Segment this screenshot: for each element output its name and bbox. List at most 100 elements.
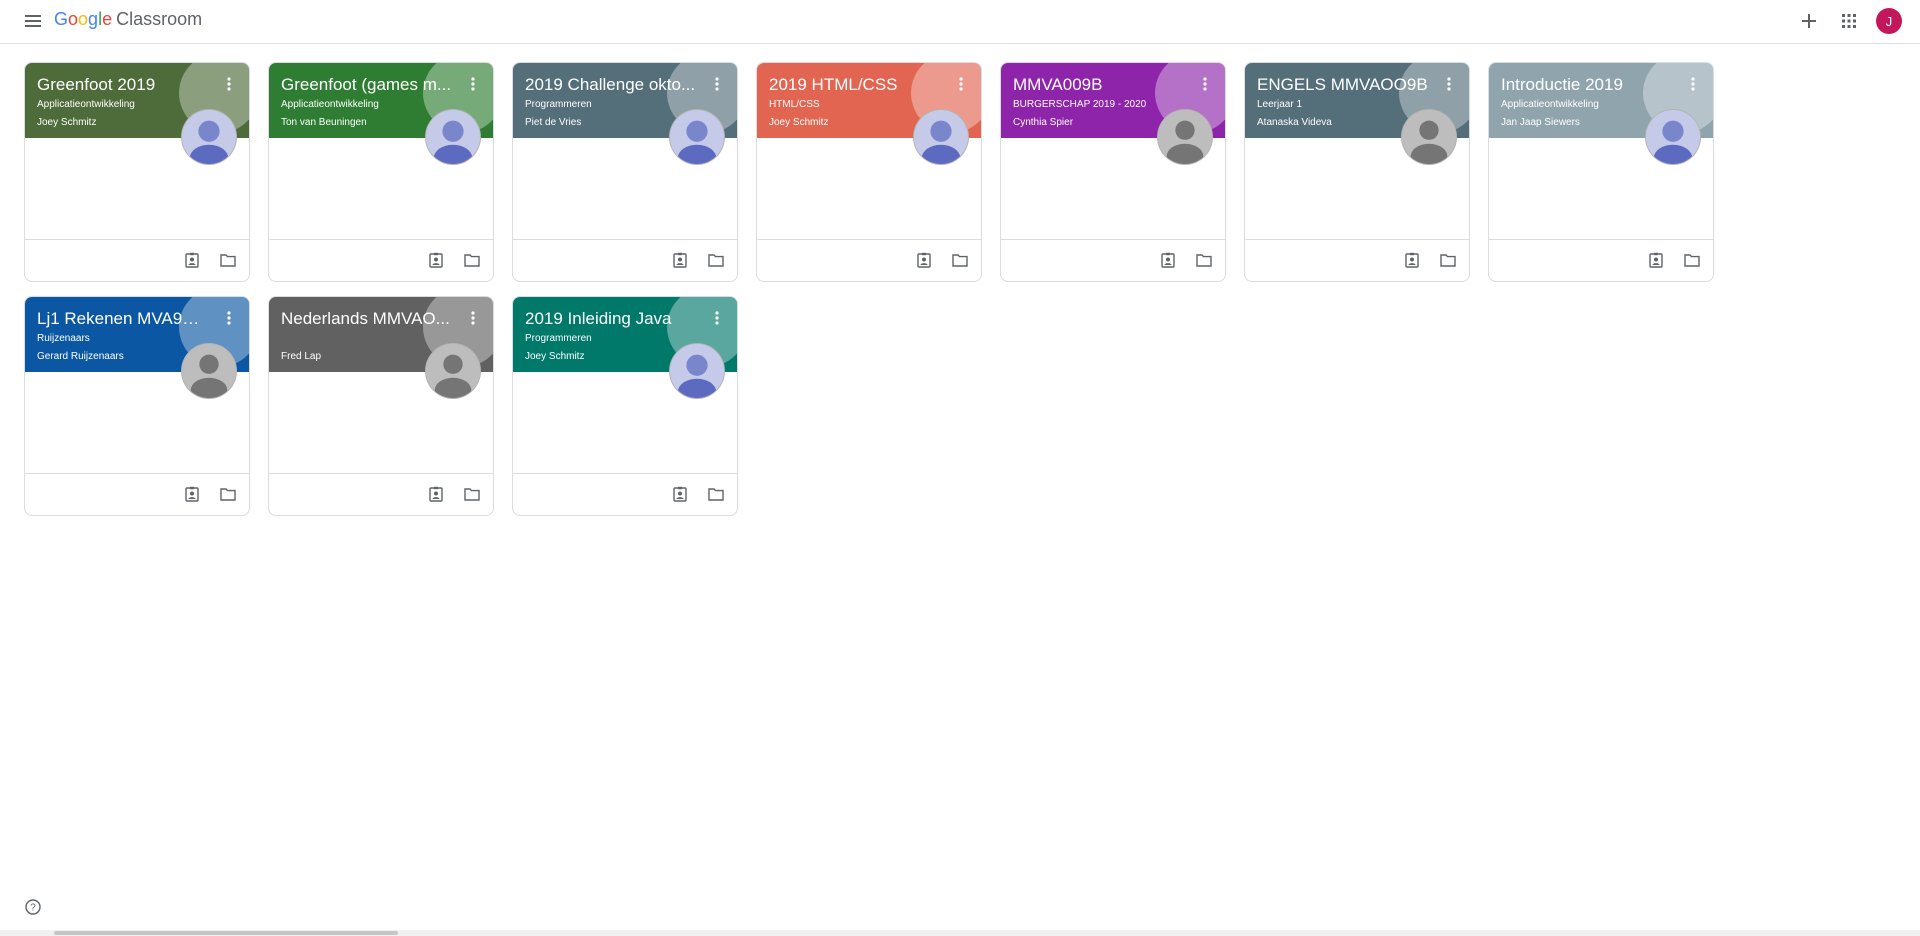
- teacher-avatar: [181, 109, 237, 165]
- more-vert-icon[interactable]: [709, 309, 725, 327]
- class-title[interactable]: 2019 HTML/CSS: [769, 75, 941, 95]
- product-name: Classroom: [116, 9, 203, 29]
- class-card[interactable]: Greenfoot (games m... Applicatieontwikke…: [268, 62, 494, 282]
- assignment-ind-icon[interactable]: [1647, 251, 1665, 269]
- card-actions: [671, 251, 725, 269]
- scrollbar-thumb[interactable]: [54, 931, 398, 935]
- folder-icon[interactable]: [951, 251, 969, 269]
- card-actions: [1647, 251, 1701, 269]
- folder-icon[interactable]: [463, 251, 481, 269]
- class-teacher: Joey Schmitz: [769, 117, 829, 128]
- more-vert-icon[interactable]: [465, 309, 481, 327]
- class-title[interactable]: Greenfoot 2019: [37, 75, 209, 95]
- class-card[interactable]: Introductie 2019 Applicatieontwikkeling …: [1488, 62, 1714, 282]
- class-card[interactable]: MMVA009B BURGERSCHAP 2019 - 2020 Cynthia…: [1000, 62, 1226, 282]
- assignment-ind-icon[interactable]: [427, 485, 445, 503]
- card-actions: [915, 251, 969, 269]
- card-actions: [183, 485, 237, 503]
- assignment-ind-icon[interactable]: [1403, 251, 1421, 269]
- class-section: Programmeren: [525, 99, 592, 110]
- horizontal-scrollbar[interactable]: [0, 930, 1920, 936]
- menu-icon[interactable]: [22, 10, 44, 32]
- folder-icon[interactable]: [219, 251, 237, 269]
- more-vert-icon[interactable]: [1197, 75, 1213, 93]
- card-actions: [1403, 251, 1457, 269]
- teacher-avatar: [425, 109, 481, 165]
- logo-letter: G: [54, 9, 69, 29]
- more-vert-icon[interactable]: [709, 75, 725, 93]
- class-teacher: Piet de Vries: [525, 117, 582, 128]
- apps-grid-icon[interactable]: [1836, 8, 1862, 34]
- card-actions: [671, 485, 725, 503]
- folder-icon[interactable]: [1195, 251, 1213, 269]
- class-card-footer: [757, 239, 981, 281]
- user-avatar[interactable]: J: [1876, 8, 1902, 34]
- more-vert-icon[interactable]: [221, 75, 237, 93]
- card-actions: [427, 251, 481, 269]
- class-card[interactable]: Greenfoot 2019 Applicatieontwikkeling Jo…: [24, 62, 250, 282]
- google-classroom-logo[interactable]: Google Classroom: [54, 9, 202, 29]
- folder-icon[interactable]: [707, 251, 725, 269]
- class-card[interactable]: 2019 HTML/CSS HTML/CSS Joey Schmitz: [756, 62, 982, 282]
- logo-letter: e: [102, 9, 113, 29]
- more-vert-icon[interactable]: [465, 75, 481, 93]
- class-card-footer: [1489, 239, 1713, 281]
- class-section: BURGERSCHAP 2019 - 2020: [1013, 99, 1147, 110]
- more-vert-icon[interactable]: [1441, 75, 1457, 93]
- class-card[interactable]: ENGELS MMVAOO9B Leerjaar 1 Atanaska Vide…: [1244, 62, 1470, 282]
- more-vert-icon[interactable]: [1685, 75, 1701, 93]
- class-title[interactable]: MMVA009B: [1013, 75, 1185, 95]
- class-title[interactable]: Introductie 2019: [1501, 75, 1673, 95]
- class-section: Ruijzenaars: [37, 333, 90, 344]
- class-teacher: Ton van Beuningen: [281, 117, 367, 128]
- assignment-ind-icon[interactable]: [1159, 251, 1177, 269]
- assignment-ind-icon[interactable]: [915, 251, 933, 269]
- class-title[interactable]: Greenfoot (games m...: [281, 75, 453, 95]
- assignment-ind-icon[interactable]: [183, 485, 201, 503]
- class-teacher: Fred Lap: [281, 351, 322, 362]
- class-card-footer: [1245, 239, 1469, 281]
- class-card[interactable]: 2019 Challenge okto... Programmeren Piet…: [512, 62, 738, 282]
- assignment-ind-icon[interactable]: [671, 485, 689, 503]
- class-teacher: Atanaska Videva: [1257, 117, 1332, 128]
- class-title[interactable]: Lj1 Rekenen MVA9A, ...: [37, 309, 209, 329]
- logo-letter: o: [78, 9, 89, 29]
- teacher-avatar: [913, 109, 969, 165]
- help-icon[interactable]: ?: [24, 898, 42, 916]
- class-section: Programmeren: [525, 333, 592, 344]
- class-teacher: Gerard Ruijzenaars: [37, 351, 124, 362]
- card-actions: [183, 251, 237, 269]
- class-teacher: Joey Schmitz: [37, 117, 97, 128]
- class-card-footer: [513, 473, 737, 515]
- teacher-avatar: [669, 109, 725, 165]
- folder-icon[interactable]: [1683, 251, 1701, 269]
- teacher-avatar: [425, 343, 481, 399]
- more-vert-icon[interactable]: [953, 75, 969, 93]
- assignment-ind-icon[interactable]: [427, 251, 445, 269]
- class-card-footer: [513, 239, 737, 281]
- class-title[interactable]: 2019 Challenge okto...: [525, 75, 697, 95]
- class-title[interactable]: ENGELS MMVAOO9B: [1257, 75, 1429, 95]
- teacher-avatar: [669, 343, 725, 399]
- class-teacher: Joey Schmitz: [525, 351, 585, 362]
- class-section: HTML/CSS: [769, 99, 820, 110]
- class-section: Applicatieontwikkeling: [1501, 99, 1599, 110]
- more-vert-icon[interactable]: [221, 309, 237, 327]
- logo-letter: o: [68, 9, 79, 29]
- folder-icon[interactable]: [1439, 251, 1457, 269]
- assignment-ind-icon[interactable]: [183, 251, 201, 269]
- card-actions: [427, 485, 481, 503]
- class-card[interactable]: 2019 Inleiding Java Programmeren Joey Sc…: [512, 296, 738, 516]
- folder-icon[interactable]: [219, 485, 237, 503]
- class-teacher: Cynthia Spier: [1013, 117, 1074, 128]
- folder-icon[interactable]: [707, 485, 725, 503]
- class-card[interactable]: Nederlands MMVAO... Fred Lap: [268, 296, 494, 516]
- teacher-avatar: [1157, 109, 1213, 165]
- folder-icon[interactable]: [463, 485, 481, 503]
- class-section: Applicatieontwikkeling: [37, 99, 135, 110]
- class-title[interactable]: 2019 Inleiding Java: [525, 309, 697, 329]
- assignment-ind-icon[interactable]: [671, 251, 689, 269]
- class-title[interactable]: Nederlands MMVAO...: [281, 309, 453, 329]
- plus-icon[interactable]: [1796, 8, 1822, 34]
- class-card[interactable]: Lj1 Rekenen MVA9A, ... Ruijzenaars Gerar…: [24, 296, 250, 516]
